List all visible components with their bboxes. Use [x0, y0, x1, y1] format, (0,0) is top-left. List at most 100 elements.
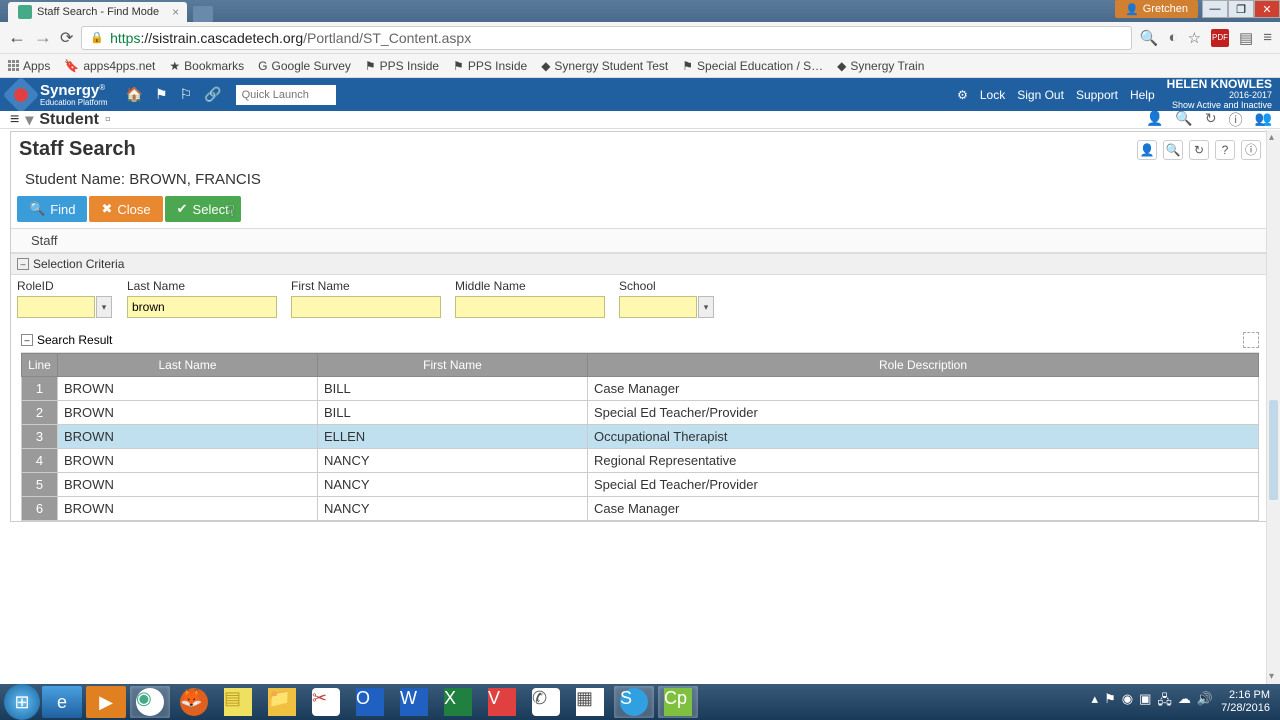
middlename-input[interactable]	[455, 296, 605, 318]
gear-icon[interactable]: ⚙	[957, 88, 968, 102]
scroll-thumb[interactable]	[1269, 400, 1278, 500]
table-row[interactable]: 5BROWNNANCYSpecial Ed Teacher/Provider	[22, 473, 1259, 497]
taskbar-phone-icon[interactable]: ✆	[526, 686, 566, 718]
menu-toggle-icon[interactable]: ≡	[10, 111, 19, 129]
col-firstname[interactable]: First Name	[318, 354, 588, 377]
taskbar-ie-icon[interactable]: e	[42, 686, 82, 718]
info-icon[interactable]: ⓘ	[1241, 140, 1261, 160]
bookmark-star-icon[interactable]: ☆	[1188, 29, 1201, 47]
taskbar-excel-icon[interactable]: X	[438, 686, 478, 718]
refresh-icon[interactable]: ↻	[1205, 111, 1217, 129]
expand-icon[interactable]	[1243, 332, 1259, 348]
select-button[interactable]: ✔Select ☟	[165, 196, 241, 222]
tray-up-icon[interactable]: ▴	[1092, 691, 1099, 713]
col-lastname[interactable]: Last Name	[58, 354, 318, 377]
find-button[interactable]: 🔍Find	[17, 196, 87, 222]
table-row[interactable]: 2BROWNBILLSpecial Ed Teacher/Provider	[22, 401, 1259, 425]
new-tab-button[interactable]	[193, 6, 213, 22]
person-icon[interactable]: 👤	[1146, 111, 1163, 129]
tray-onedrive-icon[interactable]: ☁	[1178, 691, 1191, 713]
collapse-icon[interactable]: –	[21, 334, 33, 346]
taskbar-snip-icon[interactable]: ✂	[306, 686, 346, 718]
translate-icon[interactable]: ◐	[1169, 29, 1178, 46]
address-bar[interactable]: 🔒 https://sistrain.cascadetech.org/Portl…	[81, 26, 1131, 50]
tray-app-icon[interactable]: ▣	[1139, 691, 1151, 713]
school-combo[interactable]: ▾	[619, 296, 697, 318]
taskbar-calc-icon[interactable]: ▦	[570, 686, 610, 718]
taskbar-captivate-icon[interactable]: Cp	[658, 686, 698, 718]
tray-shield-icon[interactable]: ◉	[1122, 691, 1133, 713]
taskbar-firefox-icon[interactable]: 🦊	[174, 686, 214, 718]
bookmark-item[interactable]: ★ Bookmarks	[169, 59, 244, 73]
info-icon[interactable]: ⓘ	[1229, 111, 1243, 129]
flag-icon[interactable]: ⚑	[155, 86, 168, 103]
tray-volume-icon[interactable]: 🔊	[1197, 691, 1213, 713]
dropdown-icon[interactable]: ▾	[96, 296, 112, 318]
taskbar-vivaldi-icon[interactable]: V	[482, 686, 522, 718]
lastname-input[interactable]	[127, 296, 277, 318]
chrome-menu-icon[interactable]: ≡	[1263, 29, 1272, 46]
bookmark-item[interactable]: ⚑ PPS Inside	[365, 59, 439, 73]
table-row[interactable]: 1BROWNBILLCase Manager	[22, 377, 1259, 401]
home-icon[interactable]: 🏠	[126, 86, 143, 103]
firstname-input[interactable]	[291, 296, 441, 318]
taskbar-clock[interactable]: 2:16 PM 7/28/2016	[1221, 689, 1270, 715]
tab-staff[interactable]: Staff	[31, 233, 58, 248]
help-link[interactable]: Help	[1130, 88, 1155, 102]
refresh-icon[interactable]: ↻	[1189, 140, 1209, 160]
table-row[interactable]: 6BROWNNANCYCase Manager	[22, 497, 1259, 521]
close-button[interactable]: ✖Close	[89, 196, 162, 222]
browser-tab[interactable]: Staff Search - Find Mode ×	[8, 2, 187, 22]
bookmark-item[interactable]: ⚑ PPS Inside	[453, 59, 527, 73]
user-icon[interactable]: 👥	[1255, 111, 1272, 129]
tray-flag-icon[interactable]: ⚑	[1104, 691, 1116, 713]
search-icon[interactable]: 🔍	[1163, 140, 1183, 160]
bookmark-item[interactable]: 🔖 apps4pps.net	[64, 59, 155, 73]
taskbar-explorer-icon[interactable]: 📁	[262, 686, 302, 718]
result-section-header[interactable]: – Search Result	[21, 328, 1259, 353]
window-minimize-button[interactable]: —	[1202, 0, 1228, 18]
start-button[interactable]: ⊞	[4, 684, 40, 720]
search-icon[interactable]: 🔍	[1175, 111, 1192, 129]
taskbar-skype-icon[interactable]: S	[614, 686, 654, 718]
pdf-extension-icon[interactable]: PDF	[1211, 29, 1229, 47]
bookmark-item[interactable]: G Google Survey	[258, 59, 351, 73]
roleid-combo[interactable]: ▾	[17, 296, 95, 318]
collapse-icon[interactable]: –	[17, 258, 29, 270]
zoom-icon[interactable]: 🔍	[1140, 29, 1159, 47]
person-icon[interactable]: 👤	[1137, 140, 1157, 160]
taskbar-chrome-icon[interactable]: ◉	[130, 686, 170, 718]
back-button[interactable]: ←	[8, 27, 26, 48]
tray-network-icon[interactable]: 🖧	[1157, 691, 1172, 713]
tab-close-icon[interactable]: ×	[172, 5, 179, 19]
table-row[interactable]: 3BROWNELLENOccupational Therapist	[22, 425, 1259, 449]
breadcrumb-more-icon[interactable]: ▫	[105, 111, 111, 129]
chrome-profile-badge[interactable]: 👤 Gretchen	[1115, 0, 1198, 18]
window-maximize-button[interactable]: ❐	[1228, 0, 1254, 18]
apps-shortcut[interactable]: Apps	[8, 59, 50, 73]
criteria-section-header[interactable]: – Selection Criteria	[11, 253, 1269, 275]
col-line[interactable]: Line	[22, 354, 58, 377]
quick-launch-input[interactable]	[236, 85, 336, 105]
link-icon[interactable]: 🔗	[204, 86, 221, 103]
dropdown-icon[interactable]: ▾	[698, 296, 714, 318]
reload-button[interactable]: ⟳	[60, 28, 73, 48]
taskbar-mediaplayer-icon[interactable]: ▶	[86, 686, 126, 718]
bookmark-item[interactable]: ⚑ Special Education / S…	[682, 59, 823, 73]
support-link[interactable]: Support	[1076, 88, 1118, 102]
taskbar-stickynotes-icon[interactable]: ▤	[218, 686, 258, 718]
extension-icon[interactable]: ▤	[1239, 29, 1253, 47]
vertical-scrollbar[interactable]	[1266, 130, 1280, 684]
help-icon[interactable]: ?	[1215, 140, 1235, 160]
bookmark-item[interactable]: ◆ Synergy Student Test	[541, 59, 668, 73]
chevron-down-icon[interactable]: ▾	[25, 111, 33, 129]
breadcrumb-student[interactable]: Student	[39, 111, 99, 129]
col-role[interactable]: Role Description	[588, 354, 1259, 377]
taskbar-outlook-icon[interactable]: O	[350, 686, 390, 718]
bookmark-item[interactable]: ◆ Synergy Train	[837, 59, 924, 73]
taskbar-word-icon[interactable]: W	[394, 686, 434, 718]
table-row[interactable]: 4BROWNNANCYRegional Representative	[22, 449, 1259, 473]
lock-link[interactable]: Lock	[980, 88, 1005, 102]
window-close-button[interactable]: ✕	[1254, 0, 1280, 18]
signout-link[interactable]: Sign Out	[1017, 88, 1064, 102]
